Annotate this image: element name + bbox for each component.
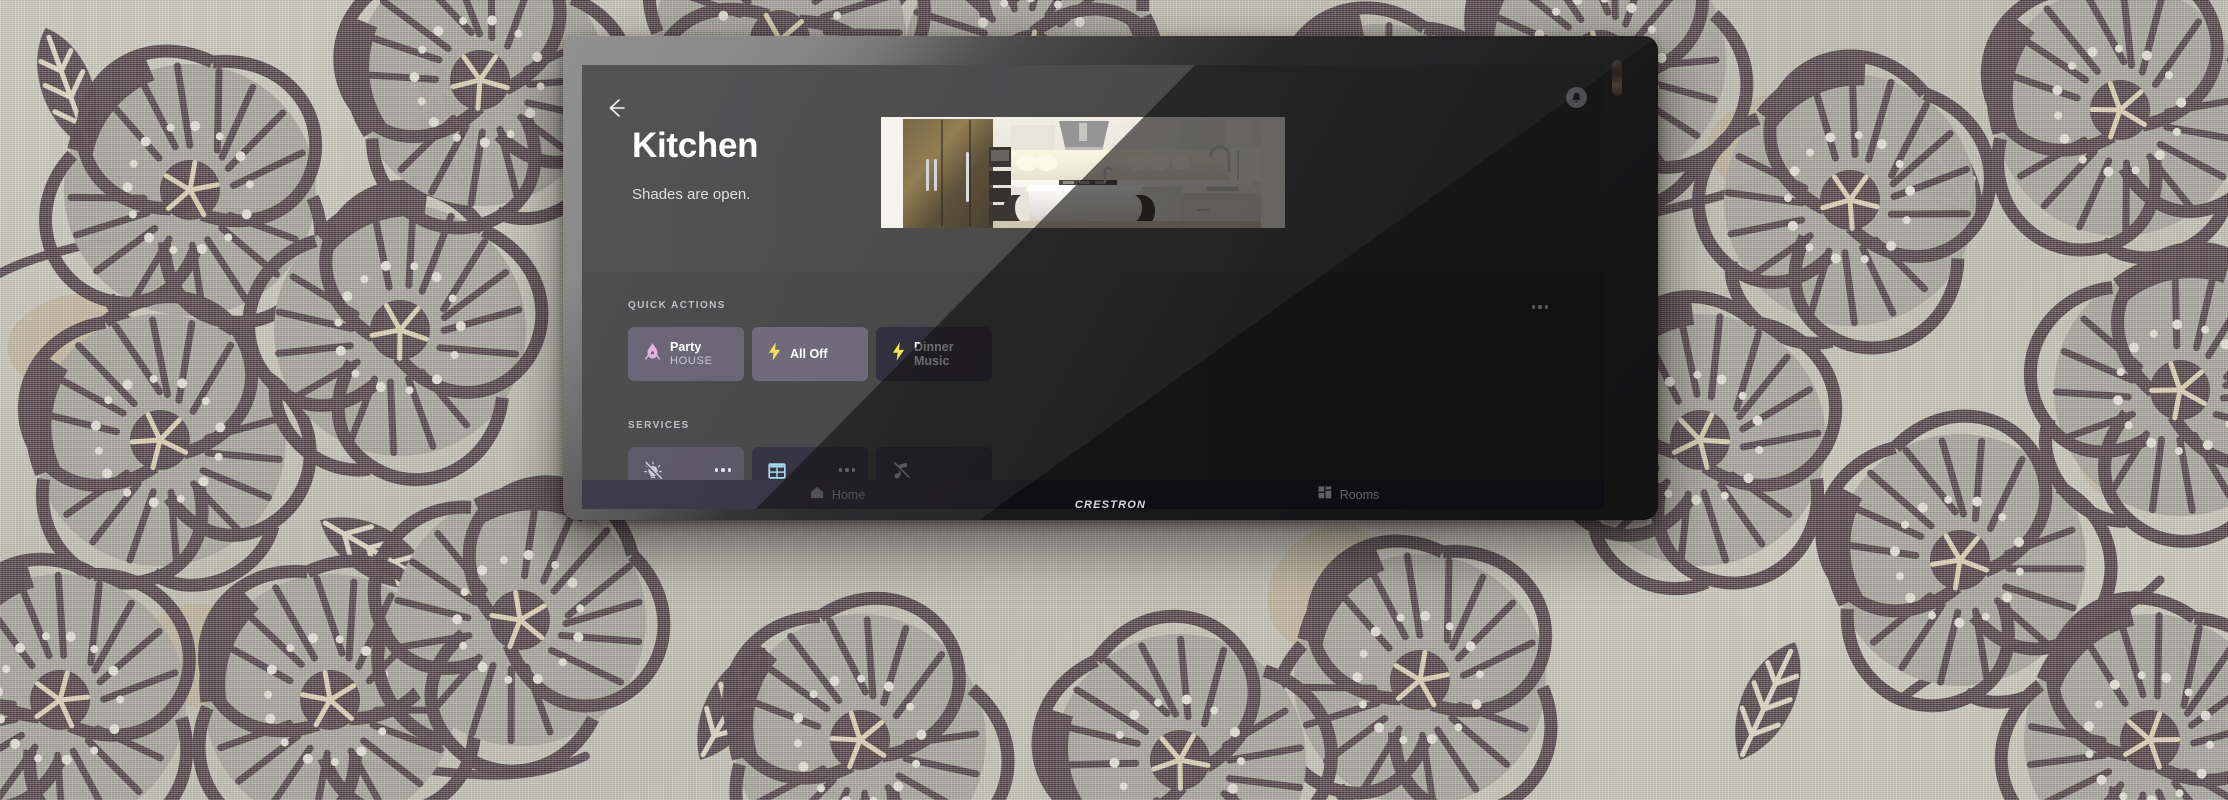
- crestron-touchpanel-device: Kitchen Shades are open. QUICK ACTIONS P…: [563, 36, 1658, 520]
- quick-action-title: Dinner Music: [914, 340, 954, 368]
- back-arrow-icon[interactable]: [603, 95, 629, 121]
- bell-icon[interactable]: [1566, 87, 1587, 108]
- lightbulb-off-icon: [642, 460, 664, 482]
- quick-action-all-off-button[interactable]: All Off: [752, 327, 868, 381]
- quick-action-dinner-music-button[interactable]: Dinner Music: [876, 327, 992, 381]
- window-shade-icon: [766, 460, 788, 482]
- flame-icon: [644, 342, 661, 366]
- touchpanel-screen: Kitchen Shades are open. QUICK ACTIONS P…: [582, 65, 1604, 509]
- bolt-icon: [768, 342, 781, 366]
- quick-actions-row: Party HOUSE All Off Dinner Music: [628, 327, 992, 381]
- quick-action-title: Party: [670, 340, 702, 355]
- quick-actions-more-options-icon[interactable]: [1531, 305, 1548, 309]
- quick-action-subtitle: HOUSE: [670, 354, 713, 367]
- room-status-text: Shades are open.: [632, 186, 751, 203]
- content-body: QUICK ACTIONS Party HOUSE All Off Dinner…: [582, 272, 1604, 509]
- service-lights-more-options-icon[interactable]: [714, 468, 731, 472]
- music-note-off-icon: [890, 460, 912, 482]
- hero-section: Kitchen Shades are open.: [582, 65, 1604, 272]
- quick-actions-label: QUICK ACTIONS: [628, 300, 726, 311]
- brand-logo: CRESTRON: [1074, 499, 1147, 511]
- page-title: Kitchen: [632, 126, 759, 165]
- quick-action-party-button[interactable]: Party HOUSE: [628, 327, 744, 381]
- services-label: SERVICES: [628, 420, 690, 431]
- service-shades-more-options-icon[interactable]: [838, 468, 855, 472]
- sensor-led-icon: [1612, 60, 1622, 96]
- quick-action-title: All Off: [790, 347, 828, 361]
- kitchen-photo: [881, 117, 1285, 228]
- bolt-icon: [892, 342, 905, 366]
